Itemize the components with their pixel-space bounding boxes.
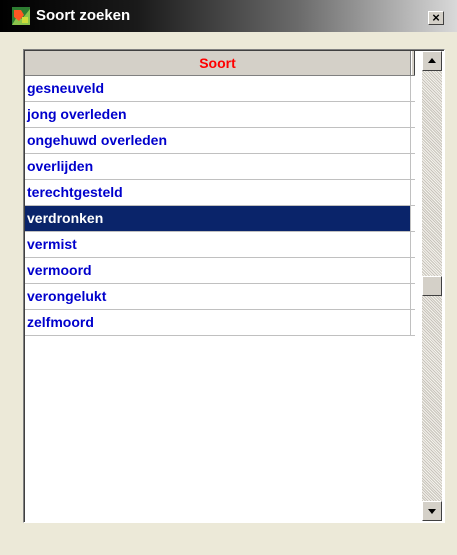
scroll-down-button[interactable] bbox=[422, 501, 442, 521]
scroll-down-arrow-icon bbox=[428, 509, 436, 514]
row-label: overlijden bbox=[25, 154, 411, 179]
close-icon: × bbox=[432, 10, 440, 25]
scroll-up-button[interactable] bbox=[422, 51, 442, 71]
row-label: vermoord bbox=[25, 258, 411, 283]
table-row[interactable]: vermoord bbox=[25, 258, 415, 284]
vertical-scrollbar[interactable] bbox=[422, 51, 442, 521]
grid-header: Soort bbox=[25, 51, 415, 76]
row-label: ongehuwd overleden bbox=[25, 128, 411, 153]
row-label: zelfmoord bbox=[25, 310, 411, 335]
table-row[interactable]: vermist bbox=[25, 232, 415, 258]
app-icon bbox=[12, 7, 30, 25]
soort-zoeken-window: Soort zoeken × Soort gesneuveld jong over… bbox=[0, 0, 457, 555]
table-row[interactable]: verongelukt bbox=[25, 284, 415, 310]
table-row[interactable]: overlijden bbox=[25, 154, 415, 180]
column-header-soort[interactable]: Soort bbox=[25, 51, 411, 75]
scroll-up-arrow-icon bbox=[428, 58, 436, 63]
table-row[interactable]: ongehuwd overleden bbox=[25, 128, 415, 154]
row-label: terechtgesteld bbox=[25, 180, 411, 205]
soort-grid[interactable]: Soort gesneuveld jong overleden ongehuwd o… bbox=[23, 49, 445, 523]
close-button[interactable]: × bbox=[428, 11, 444, 25]
row-label: vermist bbox=[25, 232, 411, 257]
row-label: jong overleden bbox=[25, 102, 411, 127]
grid-viewport: Soort gesneuveld jong overleden ongehuwd o… bbox=[24, 50, 444, 522]
table-row[interactable]: verdronken bbox=[25, 206, 415, 232]
scroll-thumb[interactable] bbox=[422, 276, 442, 296]
title-bar[interactable]: Soort zoeken × bbox=[0, 0, 457, 32]
row-label: verdronken bbox=[25, 206, 411, 231]
column-resize-handle[interactable] bbox=[411, 51, 415, 75]
row-label: verongelukt bbox=[25, 284, 411, 309]
window-title: Soort zoeken bbox=[36, 7, 131, 24]
table-row[interactable]: terechtgesteld bbox=[25, 180, 415, 206]
table-row[interactable]: zelfmoord bbox=[25, 310, 415, 336]
table-row[interactable]: gesneuveld bbox=[25, 76, 415, 102]
row-label: gesneuveld bbox=[25, 76, 411, 101]
table-row[interactable]: jong overleden bbox=[25, 102, 415, 128]
grid-rows: gesneuveld jong overleden ongehuwd overled… bbox=[25, 76, 415, 336]
